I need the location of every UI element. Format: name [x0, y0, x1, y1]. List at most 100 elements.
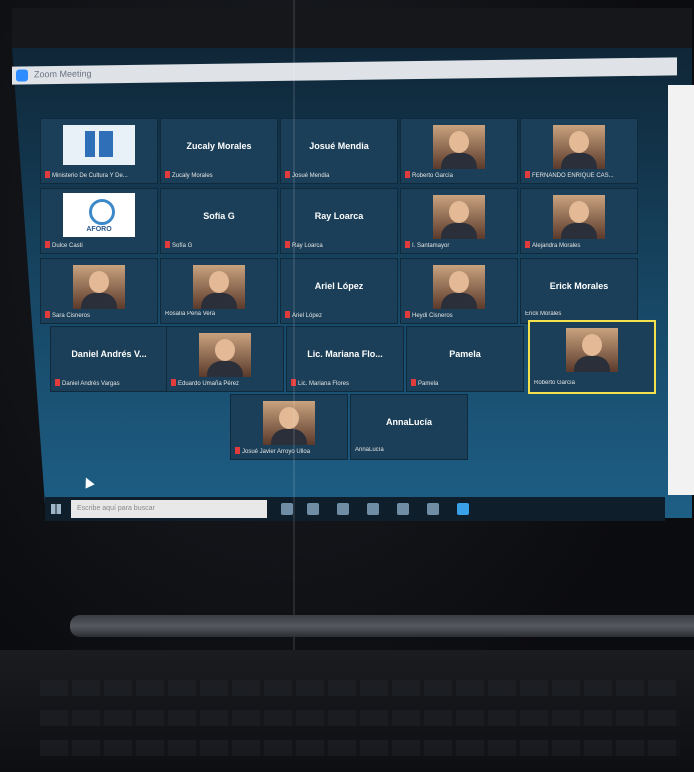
participant-label: Rosalía Peña Vera — [165, 311, 216, 317]
participant-tile-fernando[interactable]: FERNANDO ENRIQUE CAS... — [520, 118, 638, 184]
participant-photo — [433, 265, 485, 309]
participant-name: AnnaLucía — [385, 417, 432, 427]
windows-start-icon[interactable] — [51, 504, 61, 514]
participant-tile-mariana[interactable]: Lic. Mariana Flo... Lic. Mariana Flores — [286, 326, 404, 392]
participant-tile-santamayor[interactable]: I. Santamayor — [400, 188, 518, 254]
mic-muted-icon — [405, 311, 410, 318]
ministerio-logo — [63, 125, 135, 165]
participant-label: Sofía G — [172, 243, 193, 249]
participant-tile-sara[interactable]: Sara Cisneros — [40, 258, 158, 324]
participant-label: Ariel López — [292, 313, 323, 319]
mic-muted-icon — [55, 379, 60, 386]
mail-icon[interactable] — [367, 503, 379, 515]
mic-muted-icon — [165, 241, 170, 248]
mic-muted-icon — [525, 171, 530, 178]
participant-tile-sofia[interactable]: Sofía G Sofía G — [160, 188, 278, 254]
mic-muted-icon — [525, 241, 530, 248]
mic-muted-icon — [45, 241, 50, 248]
chrome-icon[interactable] — [427, 503, 439, 515]
participant-name: Pamela — [449, 349, 481, 359]
keyboard-row — [40, 710, 680, 726]
participant-tile-alejandra[interactable]: Alejandra Morales — [520, 188, 638, 254]
participant-label: Josué Mendia — [292, 173, 330, 179]
participant-photo — [73, 265, 125, 309]
participant-tile-zucaly[interactable]: Zucaly Morales Zucaly Morales — [160, 118, 278, 184]
laptop-keyboard — [0, 650, 694, 772]
file-explorer-icon[interactable] — [337, 503, 349, 515]
participant-label: Zucaly Morales — [172, 173, 213, 179]
participant-photo — [433, 125, 485, 169]
keyboard-row — [40, 680, 680, 696]
taskbar-search-input[interactable]: Escribe aquí para buscar — [71, 500, 267, 518]
participant-name: Ray Loarca — [314, 211, 364, 221]
mic-muted-icon — [285, 241, 290, 248]
mic-muted-icon — [285, 171, 290, 178]
participant-label: Erick Morales — [525, 311, 562, 317]
participant-tile-eduardo[interactable]: Eduardo Umaña Pérez — [166, 326, 284, 392]
participant-label: Dulce Casti — [52, 243, 83, 249]
mic-muted-icon — [171, 379, 176, 386]
participant-tile-ministerio[interactable]: Ministerio De Cultura Y De... — [40, 118, 158, 184]
zoom-taskbar-icon[interactable] — [457, 503, 469, 515]
participant-name: Daniel Andrés V... — [71, 349, 147, 359]
participant-name: Erick Morales — [549, 281, 609, 291]
participant-name: Sofía G — [203, 211, 235, 221]
participant-tile-roberto[interactable]: Roberto García — [400, 118, 518, 184]
mic-muted-icon — [411, 379, 416, 386]
participant-label: Heydi Cisneros — [412, 313, 453, 319]
laptop-hinge — [70, 615, 694, 637]
side-panel — [668, 85, 694, 495]
participant-name: Ariel López — [314, 281, 364, 291]
participant-photo — [553, 125, 605, 169]
participant-tile-annalucia[interactable]: AnnaLucía AnnaLucía — [350, 394, 468, 460]
edge-icon[interactable] — [307, 503, 319, 515]
participant-name: Zucaly Morales — [186, 141, 252, 151]
participant-photo — [553, 195, 605, 239]
participant-tile-dulce[interactable]: AFORO Dulce Casti — [40, 188, 158, 254]
store-icon[interactable] — [397, 503, 409, 515]
participant-photo — [263, 401, 315, 445]
mic-muted-icon — [45, 171, 50, 178]
participant-tile-rosalia[interactable]: Rosalía Peña Vera — [160, 258, 278, 324]
aforo-logo: AFORO — [63, 193, 135, 237]
participant-name: Josué Mendia — [309, 141, 369, 151]
participant-tile-josue[interactable]: Josué Mendia Josué Mendia — [280, 118, 398, 184]
mic-muted-icon — [45, 311, 50, 318]
participant-tile-daniel[interactable]: Daniel Andrés V... Daniel Andrés Vargas — [50, 326, 168, 392]
participant-tile-ariel[interactable]: Ariel López Ariel López — [280, 258, 398, 324]
participant-label: I. Santamayor — [412, 243, 450, 249]
participant-tile-ray[interactable]: Ray Loarca Ray Loarca — [280, 188, 398, 254]
participant-tile-josejavier[interactable]: Josué Javier Arroyo Ulloa — [230, 394, 348, 460]
participant-label: Josué Javier Arroyo Ulloa — [242, 449, 311, 455]
participant-label: Ray Loarca — [292, 243, 323, 249]
mic-muted-icon — [405, 241, 410, 248]
participant-label: Eduardo Umaña Pérez — [178, 381, 240, 387]
participant-tile-pamela[interactable]: Pamela Pamela — [406, 326, 524, 392]
participant-label: Pamela — [418, 381, 439, 387]
participant-label: Roberto García — [534, 380, 576, 386]
participant-label: Daniel Andrés Vargas — [62, 381, 120, 387]
participant-tile-erick[interactable]: Erick Morales Erick Morales — [520, 258, 638, 324]
aforo-logo-text: AFORO — [86, 226, 112, 233]
participant-photo — [433, 195, 485, 239]
window-title: Zoom Meeting — [34, 68, 92, 80]
participant-photo — [566, 328, 618, 372]
mic-muted-icon — [285, 311, 290, 318]
mic-muted-icon — [405, 171, 410, 178]
participant-label: Ministerio De Cultura Y De... — [52, 173, 128, 179]
participant-label: Alejandra Morales — [532, 243, 581, 249]
participant-label: Roberto García — [412, 173, 454, 179]
participant-label: FERNANDO ENRIQUE CAS... — [532, 173, 614, 179]
monitor-bezel — [12, 8, 692, 48]
participant-photo — [199, 333, 251, 377]
participant-label: Sara Cisneros — [52, 313, 91, 319]
zoom-app-icon — [16, 69, 28, 82]
mic-muted-icon — [165, 171, 170, 178]
keyboard-row — [40, 740, 680, 756]
participant-label: Lic. Mariana Flores — [298, 381, 350, 387]
task-view-icon[interactable] — [281, 503, 293, 515]
participant-name: Lic. Mariana Flo... — [307, 349, 383, 359]
participant-tile-active-speaker[interactable]: Roberto García — [528, 320, 656, 394]
participant-label: AnnaLucía — [355, 447, 384, 453]
participant-tile-heydi[interactable]: Heydi Cisneros — [400, 258, 518, 324]
